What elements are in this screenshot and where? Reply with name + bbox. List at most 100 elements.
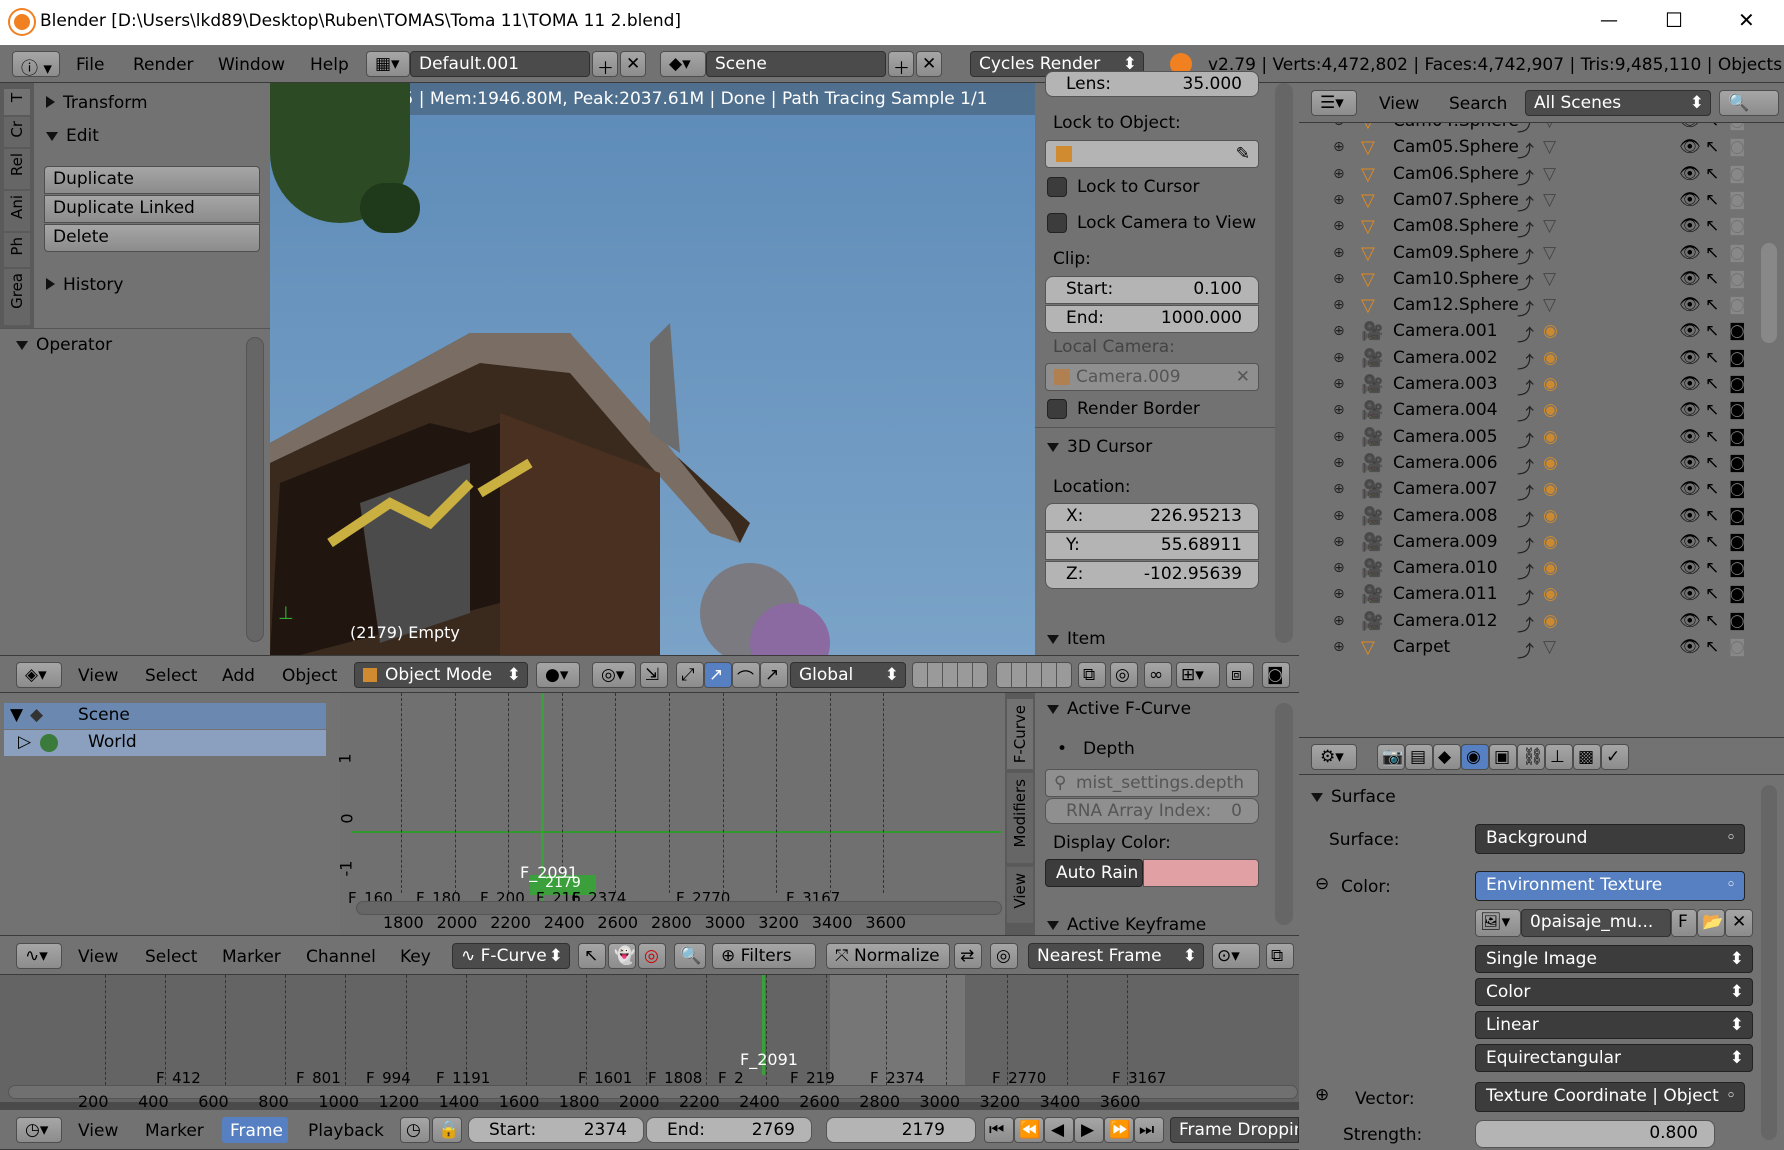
selectable-cursor-icon[interactable]: ↖: [1705, 479, 1719, 499]
duplicate-linked-button[interactable]: Duplicate Linked: [44, 195, 260, 223]
outliner-item[interactable]: ⊕ ▽ Cam07.Sphere ⤴ ▽ 👁 ↖ ◙: [1299, 188, 1746, 215]
clip-end-field[interactable]: End: 1000.000: [1045, 305, 1259, 333]
selectable-cursor-icon[interactable]: ↖: [1705, 216, 1719, 236]
outliner-item[interactable]: ⊕ 🎥 Camera.010 ⤴ ◉ 👁 ↖ ◙: [1299, 556, 1746, 583]
renderable-camera-icon[interactable]: ◙: [1729, 479, 1746, 499]
expand-icon[interactable]: ⊕: [1333, 271, 1345, 287]
collapse-scene-icon[interactable]: ▼: [10, 705, 23, 725]
snap-toggle-button[interactable]: ∞: [1144, 662, 1172, 688]
color-mode-select[interactable]: Auto Rain ⬍: [1045, 859, 1143, 887]
visibility-eye-icon[interactable]: 👁: [1679, 558, 1701, 578]
delete-button[interactable]: Delete: [44, 224, 260, 252]
outliner-item[interactable]: ⊕ 🎥 Camera.012 ⤴ ◉ 👁 ↖ ◙: [1299, 609, 1746, 636]
timeline-region[interactable]: F_2091 F_412 F_801 F_994 F_1191 F_1601 F_1808…: [0, 975, 1299, 1111]
cursor-z-field[interactable]: Z: -102.95639: [1045, 561, 1259, 589]
outliner-item[interactable]: ⊕ 🎥 Camera.011 ⤴ ◉ 👁 ↖ ◙: [1299, 582, 1746, 609]
ghost-curves-button[interactable]: 👻: [608, 943, 636, 969]
lock-camera-checkbox[interactable]: [1047, 213, 1067, 233]
selectable-cursor-icon[interactable]: ↖: [1705, 321, 1719, 341]
selectable-cursor-icon[interactable]: ↖: [1705, 453, 1719, 473]
lens-field[interactable]: Lens: 35.000: [1045, 71, 1259, 97]
graph-menu-select[interactable]: Select: [145, 947, 197, 967]
operator-panel-header[interactable]: Operator: [16, 335, 112, 355]
only-errors-button[interactable]: ◎: [638, 943, 666, 969]
selectable-cursor-icon[interactable]: ↖: [1705, 295, 1719, 315]
renderable-camera-icon[interactable]: ◙: [1729, 137, 1746, 157]
properties-scrollbar[interactable]: [1761, 785, 1777, 1140]
graph-search-button[interactable]: 🔍: [674, 943, 706, 969]
outliner-item[interactable]: ⊕ 🎥 Camera.003 ⤴ ◉ 👁 ↖ ◙: [1299, 372, 1746, 399]
outliner-item[interactable]: ⊕ ▽ Cam10.Sphere ⤴ ▽ 👁 ↖ ◙: [1299, 267, 1746, 294]
surface-shader-select[interactable]: Background ◦: [1475, 824, 1745, 854]
outliner-item[interactable]: ⊕ ▽ Cam06.Sphere ⤴ ▽ 👁 ↖ ◙: [1299, 162, 1746, 189]
auto-normalize-button[interactable]: ⇄: [954, 943, 982, 969]
timeline-menu-view[interactable]: View: [78, 1121, 118, 1141]
expand-icon[interactable]: ⊕: [1333, 481, 1345, 497]
outliner-item[interactable]: ⊕ ▽ Cam08.Sphere ⤴ ▽ 👁 ↖ ◙: [1299, 214, 1746, 241]
fcurve-path-field[interactable]: ⚲ mist_settings.depth: [1045, 769, 1259, 797]
visibility-eye-icon[interactable]: 👁: [1679, 611, 1701, 631]
graph-menu-marker[interactable]: Marker: [222, 947, 281, 967]
timeline-menu-marker[interactable]: Marker: [145, 1121, 204, 1141]
graph-menu-channel[interactable]: Channel: [306, 947, 376, 967]
3d-cursor-panel-header[interactable]: 3D Cursor: [1047, 437, 1152, 457]
world-tab-icon[interactable]: ◉: [1461, 744, 1489, 770]
menu-help[interactable]: Help: [310, 55, 349, 75]
object-data-tab-icon[interactable]: ⊥: [1545, 744, 1573, 770]
outliner-item[interactable]: ⊕ 🎥 Camera.002 ⤴ ◉ 👁 ↖ ◙: [1299, 346, 1746, 373]
renderable-camera-icon[interactable]: ◙: [1729, 190, 1746, 210]
expand-icon[interactable]: ⊕: [1333, 455, 1345, 471]
snap-element-select[interactable]: ⊞▾: [1176, 662, 1220, 688]
outliner-item[interactable]: ⊕ 🎥 Camera.009 ⤴ ◉ 👁 ↖ ◙: [1299, 530, 1746, 557]
visibility-eye-icon[interactable]: 👁: [1679, 190, 1701, 210]
scene-add-button[interactable]: ＋: [888, 51, 914, 77]
visibility-eye-icon[interactable]: 👁: [1679, 123, 1701, 131]
visibility-eye-icon[interactable]: 👁: [1679, 137, 1701, 157]
cursor-pivot-button[interactable]: ◎: [990, 943, 1018, 969]
only-selected-button[interactable]: ↖: [578, 943, 606, 969]
menu-window[interactable]: Window: [218, 55, 285, 75]
expand-icon[interactable]: ⊕: [1333, 586, 1345, 602]
tab-fcurve[interactable]: F-Curve: [1007, 699, 1033, 769]
graph-editor-type-button[interactable]: ∿▾: [16, 943, 62, 969]
timeline-editor-type-button[interactable]: ◷▾: [16, 1117, 62, 1143]
renderable-camera-icon[interactable]: ◙: [1729, 123, 1746, 131]
renderable-camera-icon[interactable]: ◙: [1729, 558, 1746, 578]
selectable-cursor-icon[interactable]: ↖: [1705, 400, 1719, 420]
graph-mode-select[interactable]: ∿ F-Curve ⬍: [452, 943, 570, 969]
interpolation-select[interactable]: Linear ⬍: [1475, 1011, 1753, 1039]
selectable-cursor-icon[interactable]: ↖: [1705, 611, 1719, 631]
render-border-checkbox[interactable]: [1047, 399, 1067, 419]
timeline-menu-frame[interactable]: Frame: [222, 1117, 288, 1143]
scale-manipulator-button[interactable]: ⌒: [732, 662, 760, 688]
image-name-field[interactable]: 0paisaje_mu...: [1521, 909, 1671, 937]
properties-editor-type-button[interactable]: ⚙▾: [1311, 744, 1357, 770]
cursor-y-field[interactable]: Y: 55.68911: [1045, 532, 1259, 560]
visibility-eye-icon[interactable]: 👁: [1679, 584, 1701, 604]
menu-file[interactable]: File: [76, 55, 104, 75]
fake-user-button[interactable]: F: [1671, 909, 1697, 937]
viewport-render[interactable]: Time:00:02.25 | Mem:1946.80M, Peak:2037.…: [270, 83, 1035, 655]
strength-field[interactable]: 0.800: [1475, 1120, 1715, 1148]
preview-range-button[interactable]: ◷: [400, 1117, 430, 1143]
renderable-camera-icon[interactable]: ◙: [1729, 374, 1746, 394]
sync-mode-select[interactable]: Frame Dropping: [1170, 1117, 1299, 1143]
expand-world-icon[interactable]: ▷: [18, 732, 31, 752]
close-window-button[interactable]: ✕: [1738, 8, 1755, 32]
expand-icon[interactable]: ⊕: [1333, 323, 1345, 339]
visibility-eye-icon[interactable]: 👁: [1679, 321, 1701, 341]
jump-end-button[interactable]: ⏭: [1134, 1117, 1164, 1143]
visibility-eye-icon[interactable]: 👁: [1679, 400, 1701, 420]
visibility-eye-icon[interactable]: 👁: [1679, 479, 1701, 499]
renderable-camera-icon[interactable]: ◙: [1729, 453, 1746, 473]
outliner-item[interactable]: ⊕ 🎥 Camera.006 ⤴ ◉ 👁 ↖ ◙: [1299, 451, 1746, 478]
menu-view[interactable]: View: [78, 666, 118, 686]
channel-scene-row[interactable]: ▼ ◆ Scene: [4, 703, 326, 729]
expand-icon[interactable]: ⊕: [1333, 297, 1345, 313]
outliner-scrollbar[interactable]: [1761, 243, 1777, 343]
outliner-item[interactable]: ⊕ ▽ Cam12.Sphere ⤴ ▽ 👁 ↖ ◙: [1299, 293, 1746, 320]
selectable-cursor-icon[interactable]: ↖: [1705, 269, 1719, 289]
prev-keyframe-button[interactable]: ⏪: [1014, 1117, 1044, 1143]
visibility-eye-icon[interactable]: 👁: [1679, 506, 1701, 526]
expand-icon[interactable]: ⊕: [1333, 639, 1345, 655]
